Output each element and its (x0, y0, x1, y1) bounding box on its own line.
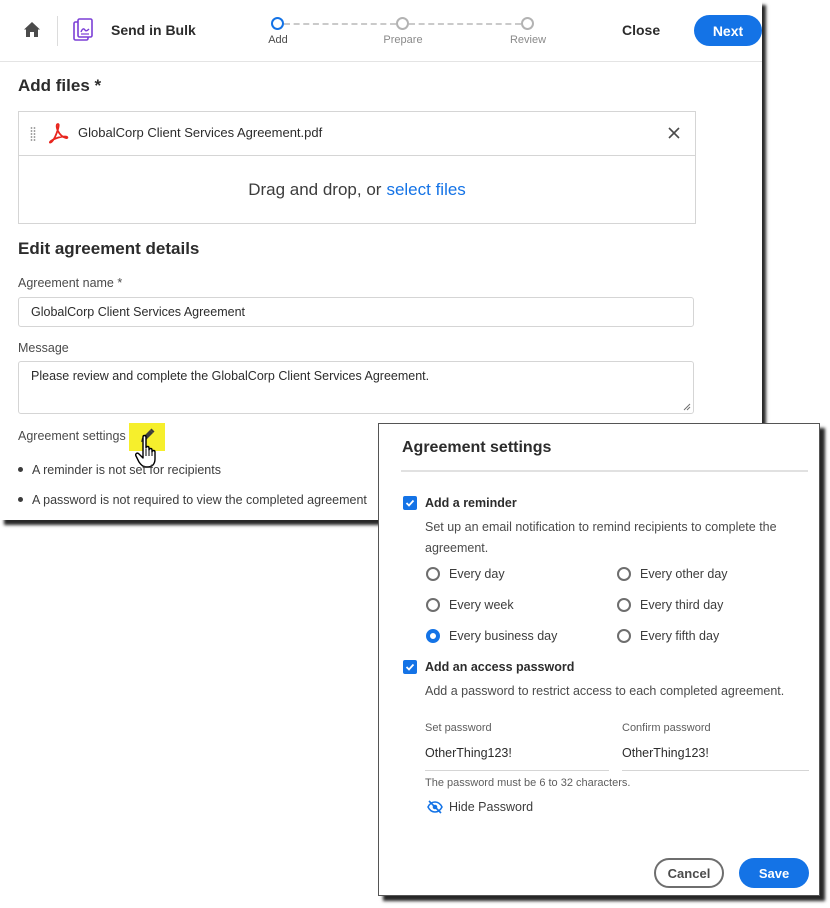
radio-every-day[interactable] (426, 567, 440, 581)
cancel-button[interactable]: Cancel (654, 858, 724, 888)
bulk-send-icon (73, 18, 93, 41)
settings-summary-text: A reminder is not set for recipients (32, 463, 221, 477)
set-password-label: Set password (425, 722, 492, 734)
pdf-icon (49, 123, 69, 144)
radio-label-every-day: Every day (449, 567, 505, 581)
radio-every-week[interactable] (426, 598, 440, 612)
set-password-input[interactable]: OtherThing123! (425, 746, 609, 771)
radio-label-every-business-day: Every business day (449, 629, 558, 643)
agreement-name-label: Agreement name * (18, 276, 123, 290)
add-files-heading: Add files * (18, 76, 102, 95)
next-button[interactable]: Next (694, 15, 762, 46)
radio-label-every-fifth-day: Every fifth day (640, 629, 720, 643)
settings-summary-text: A password is not required to view the c… (32, 493, 367, 507)
add-password-checkbox[interactable] (403, 660, 417, 674)
drop-zone-text: Drag and drop, or (248, 179, 382, 199)
reminder-description-line: Set up an email notification to remind r… (425, 520, 777, 534)
step-dot-prepare (396, 17, 409, 30)
settings-summary-item: A reminder is not set for recipients (18, 463, 221, 477)
edit-details-heading: Edit agreement details (18, 239, 200, 258)
close-button[interactable]: Close (622, 22, 660, 38)
radio-label-every-other-day: Every other day (640, 567, 728, 581)
confirm-password-input[interactable]: OtherThing123! (622, 746, 809, 771)
radio-every-third-day[interactable] (617, 598, 631, 612)
radio-label-every-week: Every week (449, 598, 514, 612)
radio-every-business-day[interactable] (426, 629, 440, 643)
step-label-prepare: Prepare (383, 34, 423, 46)
message-textarea[interactable]: Please review and complete the GlobalCor… (18, 361, 694, 414)
agreement-settings-dialog: Agreement settings Add a reminder Set up… (378, 423, 820, 896)
password-hint: The password must be 6 to 32 characters. (425, 777, 631, 789)
select-files-link[interactable]: select files (386, 180, 465, 200)
reminder-description: Set up an email notification to remind r… (425, 517, 777, 559)
add-reminder-checkbox[interactable] (403, 496, 417, 510)
progress-stepper: Add Prepare Review (266, 16, 546, 52)
header-bar: Send in Bulk Add Prepare Review Close Ne… (0, 0, 762, 62)
checkmark-icon (405, 499, 415, 507)
step-label-add: Add (268, 34, 288, 46)
close-icon[interactable] (667, 126, 681, 140)
bullet-dot (18, 467, 23, 473)
save-button[interactable]: Save (739, 858, 809, 888)
agreement-name-input[interactable]: GlobalCorp Client Services Agreement (18, 297, 694, 327)
reminder-description-line: agreement. (425, 541, 489, 555)
file-list-item: GlobalCorp Client Services Agreement.pdf (19, 112, 695, 156)
bullet-dot (18, 497, 23, 503)
step-connector (409, 23, 521, 25)
hide-password-toggle[interactable]: Hide Password (449, 800, 533, 814)
step-dot-add (271, 17, 284, 30)
radio-label-every-third-day: Every third day (640, 598, 724, 612)
app-title: Send in Bulk (111, 22, 196, 38)
file-upload-box: GlobalCorp Client Services Agreement.pdf… (18, 111, 696, 224)
step-dot-review (521, 17, 534, 30)
message-text: Please review and complete the GlobalCor… (31, 369, 430, 383)
radio-every-other-day[interactable] (617, 567, 631, 581)
password-description: Add a password to restrict access to eac… (425, 684, 785, 698)
checkmark-icon (405, 663, 415, 671)
drop-zone[interactable]: Drag and drop, or select files (19, 156, 695, 223)
step-connector (284, 23, 396, 25)
add-password-label: Add an access password (425, 660, 575, 674)
settings-summary-item: A password is not required to view the c… (18, 493, 367, 507)
step-label-review: Review (509, 34, 547, 46)
message-label: Message (18, 341, 69, 355)
radio-every-fifth-day[interactable] (617, 629, 631, 643)
header-divider (57, 16, 58, 46)
agreement-settings-label: Agreement settings (18, 429, 126, 443)
dialog-divider (401, 470, 808, 472)
add-reminder-label: Add a reminder (425, 496, 517, 510)
resize-grip-icon[interactable] (683, 403, 691, 411)
dialog-title: Agreement settings (402, 439, 552, 456)
confirm-password-label: Confirm password (622, 722, 711, 734)
home-icon[interactable] (22, 20, 42, 40)
eye-off-icon[interactable] (427, 800, 443, 814)
file-name: GlobalCorp Client Services Agreement.pdf (78, 125, 323, 140)
drag-handle-icon[interactable] (30, 126, 36, 142)
